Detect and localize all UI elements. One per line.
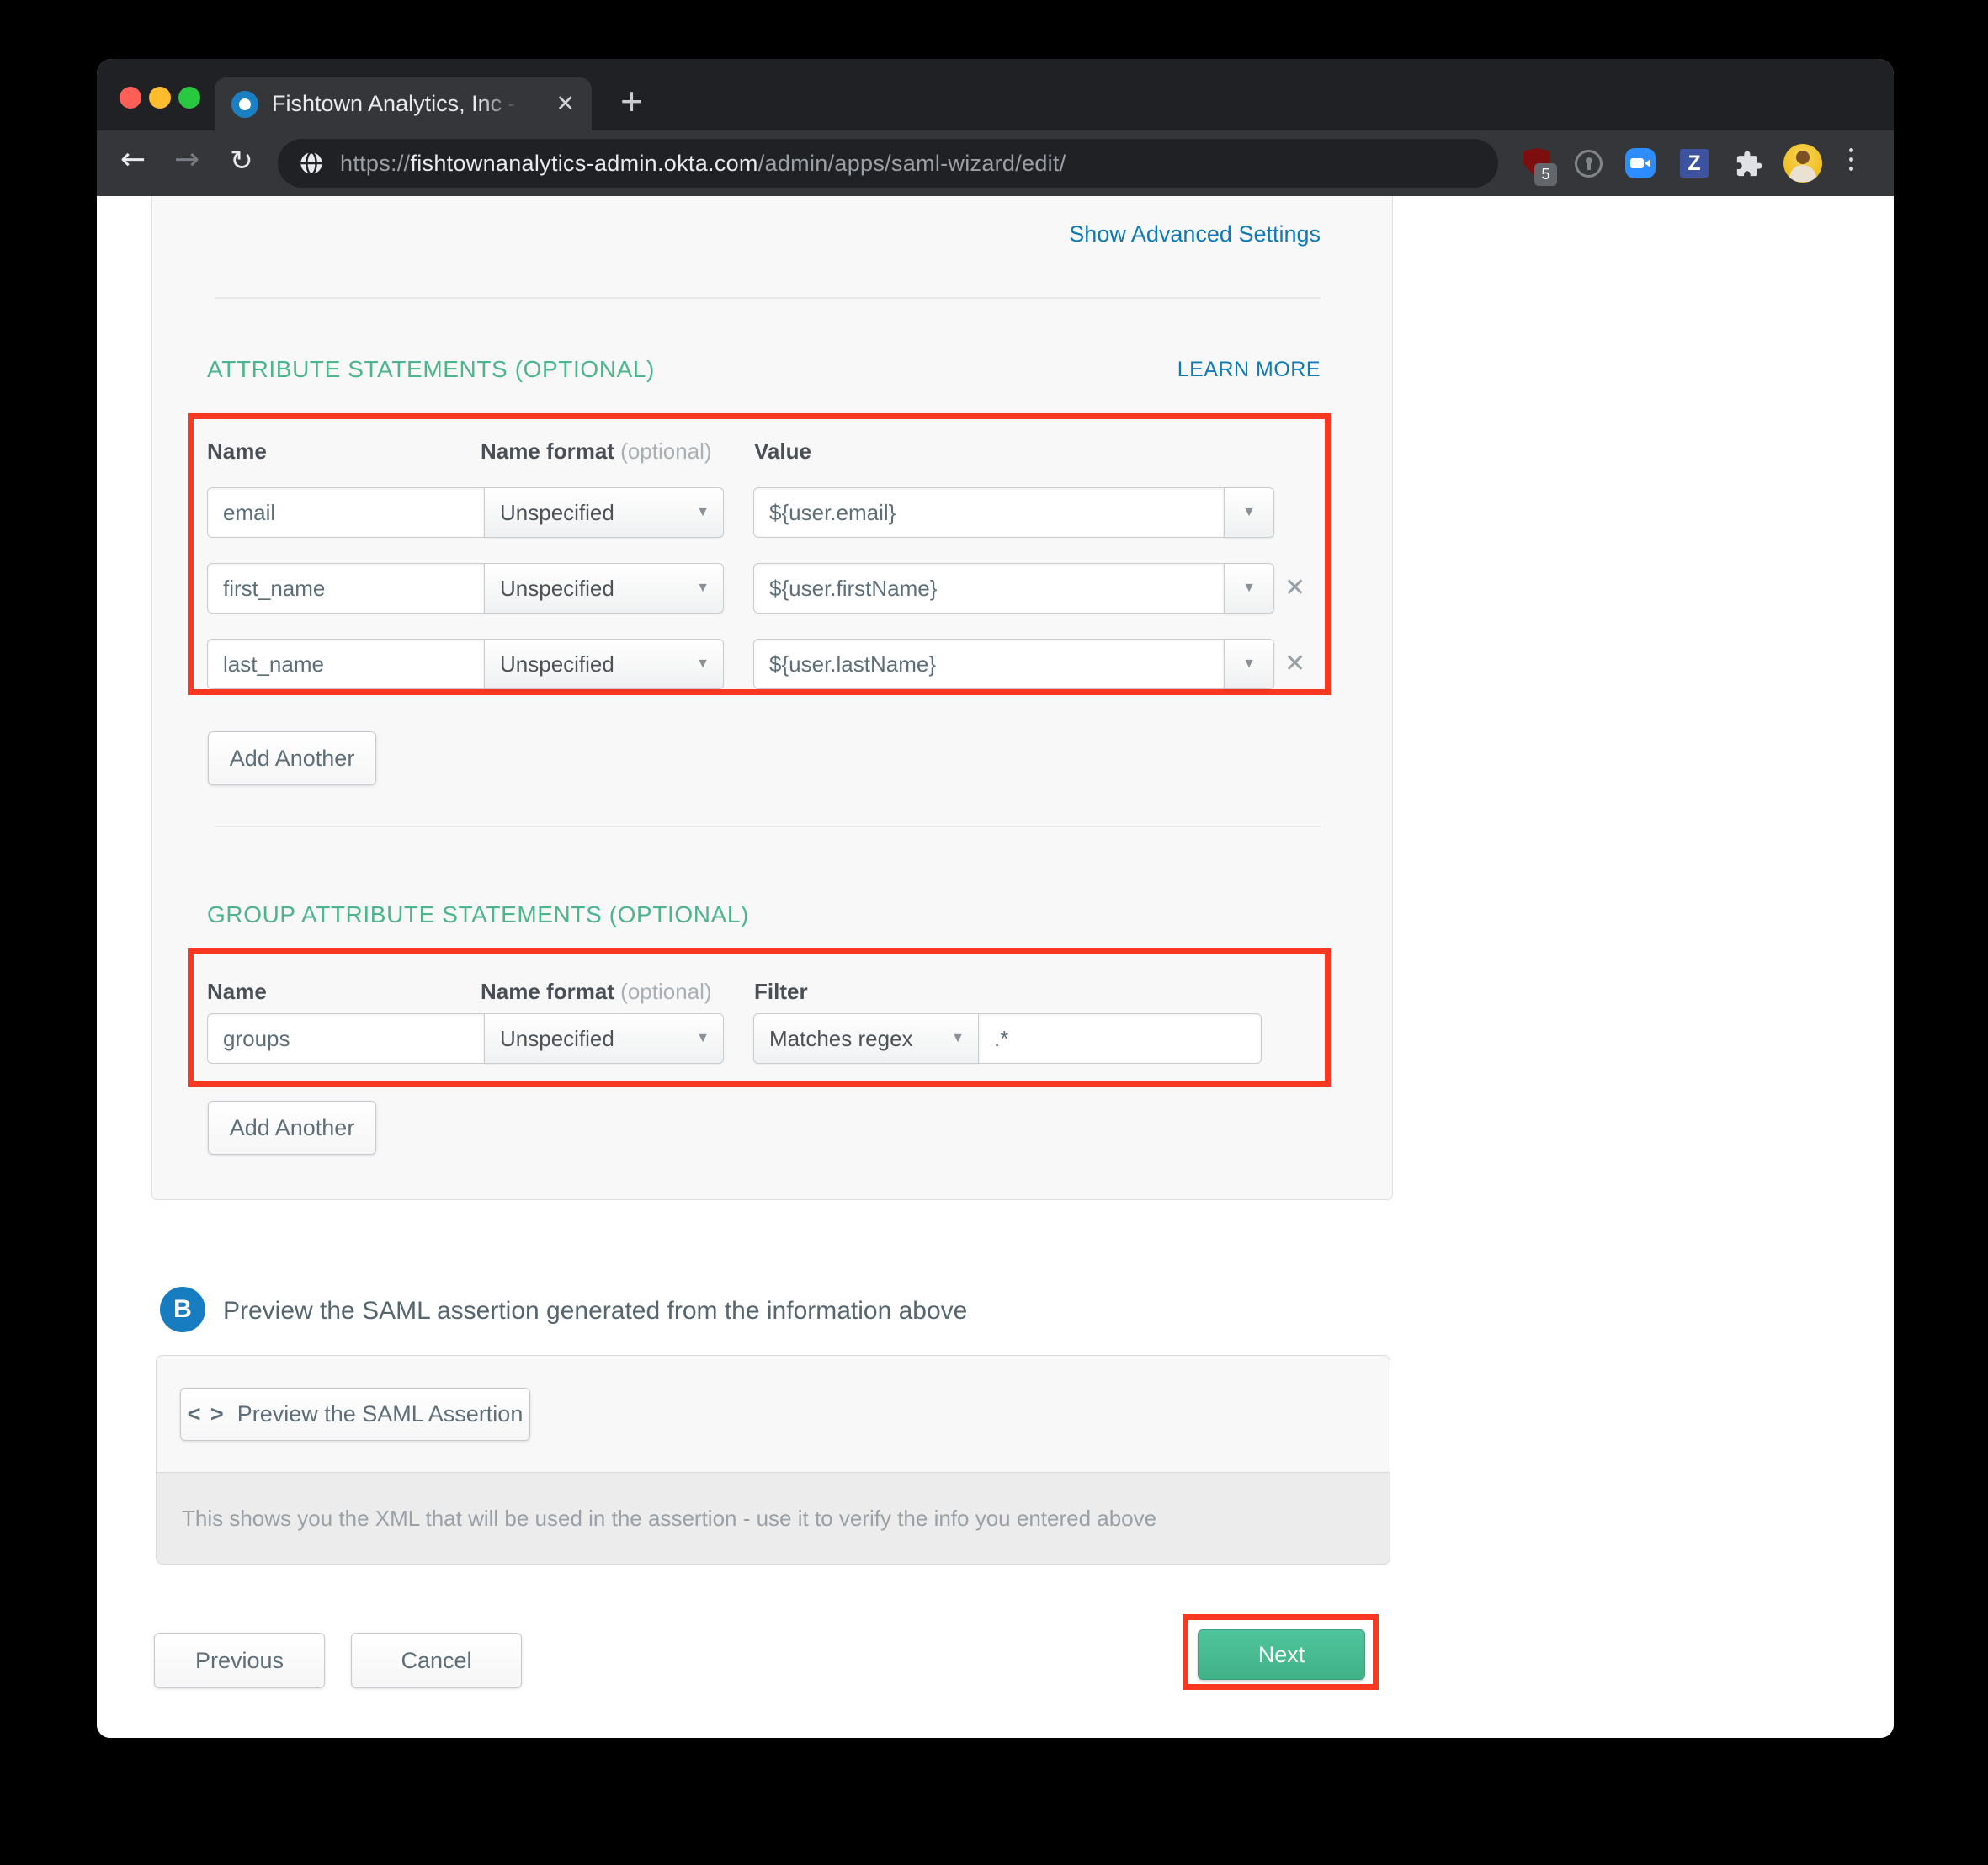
divider <box>215 826 1321 827</box>
column-header-optional-note: (optional) <box>620 979 711 1004</box>
preview-saml-assertion-button[interactable]: < > Preview the SAML Assertion <box>180 1388 530 1441</box>
chevron-down-icon: ▼ <box>696 581 710 596</box>
step-b-badge: B <box>160 1287 205 1332</box>
z-extension-icon[interactable]: Z <box>1680 149 1709 178</box>
chevron-down-icon: ▼ <box>951 1031 965 1046</box>
remove-row-button[interactable]: ✕ <box>1284 573 1305 603</box>
menu-kebab-icon[interactable] <box>1849 148 1854 176</box>
new-tab-button[interactable]: + <box>620 78 643 124</box>
show-advanced-settings-link[interactable]: Show Advanced Settings <box>1069 221 1321 247</box>
profile-avatar[interactable] <box>1783 144 1822 183</box>
attribute-row: Unspecified ▼ ▼ <box>207 487 1274 538</box>
okta-saml-wizard-page: Show Advanced Settings ATTRIBUTE STATEME… <box>97 196 1894 1738</box>
chevron-down-icon: ▼ <box>1242 656 1256 672</box>
chevron-down-icon: ▼ <box>696 505 710 520</box>
window-close-button[interactable] <box>120 87 141 109</box>
name-format-select[interactable]: Unspecified ▼ <box>484 639 724 689</box>
url-bar[interactable]: https://fishtownanalytics-admin.okta.com… <box>278 139 1498 188</box>
url-scheme: https:// <box>340 151 410 176</box>
attribute-value-input[interactable] <box>753 563 1225 614</box>
back-icon[interactable]: ← <box>120 142 146 177</box>
reload-icon[interactable]: ↻ <box>230 144 253 177</box>
column-header-filter: Filter <box>754 979 808 1005</box>
name-format-select[interactable]: Unspecified ▼ <box>484 1013 724 1064</box>
group-attribute-row: Unspecified ▼ Matches regex ▼ <box>207 1013 1262 1064</box>
value-dropdown-button[interactable]: ▼ <box>1224 563 1274 614</box>
window-minimize-button[interactable] <box>149 87 171 109</box>
chevron-down-icon: ▼ <box>696 1031 710 1046</box>
learn-more-link[interactable]: LEARN MORE <box>1177 358 1321 382</box>
previous-button[interactable]: Previous <box>154 1633 325 1688</box>
column-header-name: Name <box>207 438 267 465</box>
zoom-extension-icon[interactable] <box>1625 148 1656 178</box>
url-host: fishtownanalytics-admin.okta.com <box>410 151 757 176</box>
next-button[interactable]: Next <box>1198 1629 1365 1680</box>
add-another-button[interactable]: Add Another <box>208 1101 376 1155</box>
url-text: https://fishtownanalytics-admin.okta.com… <box>340 151 1066 177</box>
filter-value-input[interactable] <box>978 1013 1262 1064</box>
attribute-row: Unspecified ▼ ▼ <box>207 563 1274 614</box>
browser-window: Fishtown Analytics, Inc - Applic ✕ + ← →… <box>97 59 1894 1738</box>
tab-strip: Fishtown Analytics, Inc - Applic ✕ + <box>97 59 1894 130</box>
column-header-value: Value <box>754 438 811 465</box>
column-header-optional-note: (optional) <box>620 438 711 464</box>
value-dropdown-button[interactable]: ▼ <box>1224 487 1274 538</box>
attribute-name-input[interactable] <box>207 487 485 538</box>
browser-tab[interactable]: Fishtown Analytics, Inc - Applic ✕ <box>215 77 592 130</box>
okta-favicon-icon <box>231 91 258 118</box>
chevron-down-icon: ▼ <box>1242 581 1256 596</box>
group-attribute-statements-title: GROUP ATTRIBUTE STATEMENTS (OPTIONAL) <box>207 901 749 928</box>
step-b-heading: Preview the SAML assertion generated fro… <box>223 1297 967 1326</box>
attribute-value-input[interactable] <box>753 487 1225 538</box>
code-brackets-icon: < > <box>188 1401 226 1427</box>
name-format-select[interactable]: Unspecified ▼ <box>484 563 724 614</box>
add-another-button[interactable]: Add Another <box>208 731 376 785</box>
column-header-name-format: Name format (optional) <box>481 438 712 465</box>
window-zoom-button[interactable] <box>178 87 200 109</box>
attribute-value-input[interactable] <box>753 639 1225 689</box>
ublock-badge: 5 <box>1534 163 1557 186</box>
group-name-input[interactable] <box>207 1013 485 1064</box>
tab-close-icon[interactable]: ✕ <box>555 91 575 117</box>
extensions-puzzle-icon[interactable] <box>1735 150 1763 178</box>
browser-toolbar: ← → ↻ https://fishtownanalytics-admin.ok… <box>97 130 1894 196</box>
attribute-statements-title: ATTRIBUTE STATEMENTS (OPTIONAL) <box>207 356 655 383</box>
preview-panel: < > Preview the SAML Assertion This show… <box>156 1355 1390 1565</box>
filter-type-select[interactable]: Matches regex ▼ <box>753 1013 979 1064</box>
attribute-row: Unspecified ▼ ▼ <box>207 639 1274 689</box>
onepassword-extension-icon[interactable] <box>1575 150 1603 178</box>
column-header-name-format: Name format (optional) <box>481 979 712 1005</box>
preview-note: This shows you the XML that will be used… <box>157 1472 1390 1564</box>
site-info-globe-icon[interactable] <box>298 150 325 177</box>
cancel-button[interactable]: Cancel <box>351 1633 522 1688</box>
settings-card: Show Advanced Settings ATTRIBUTE STATEME… <box>151 196 1393 1200</box>
attribute-name-input[interactable] <box>207 639 485 689</box>
chevron-down-icon: ▼ <box>696 656 710 672</box>
chevron-down-icon: ▼ <box>1242 505 1256 520</box>
column-header-name: Name <box>207 979 267 1005</box>
divider <box>215 297 1321 299</box>
name-format-select[interactable]: Unspecified ▼ <box>484 487 724 538</box>
attribute-name-input[interactable] <box>207 563 485 614</box>
forward-icon[interactable]: → <box>174 142 199 177</box>
value-dropdown-button[interactable]: ▼ <box>1224 639 1274 689</box>
remove-row-button[interactable]: ✕ <box>1284 649 1305 678</box>
tab-title: Fishtown Analytics, Inc - Applic <box>272 91 524 117</box>
url-path: /admin/apps/saml-wizard/edit/ <box>758 151 1066 176</box>
